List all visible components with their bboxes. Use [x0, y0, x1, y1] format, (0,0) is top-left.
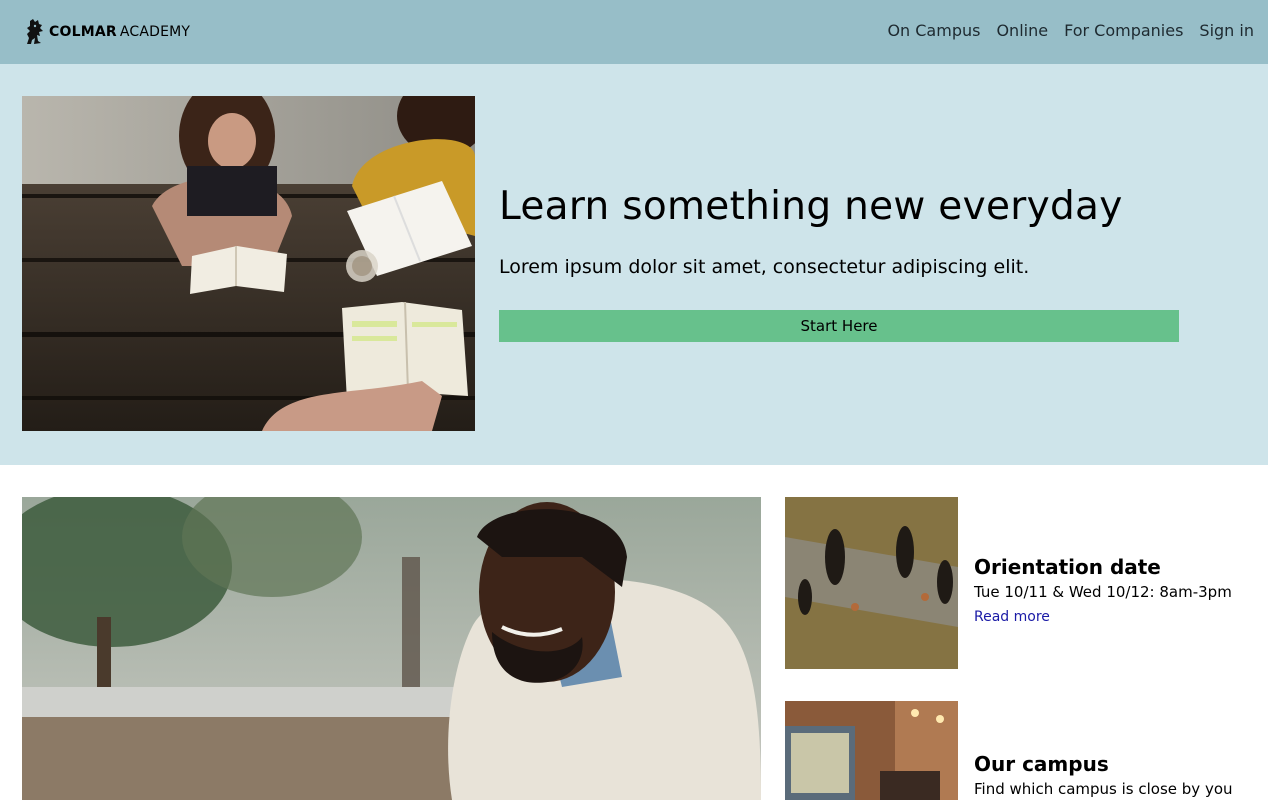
read-more-link[interactable]: Read more	[974, 609, 1050, 625]
brand-name-light: ACADEMY	[119, 24, 191, 40]
hero-title: Learn something new everyday	[499, 184, 1123, 229]
campus-text: Find which campus is close by you	[974, 780, 1233, 798]
main-nav: On Campus Online For Companies Sign in	[887, 21, 1254, 40]
hero-image	[22, 96, 475, 431]
campus-image	[785, 701, 958, 800]
feature-image	[22, 497, 761, 800]
orientation-title: Orientation date	[974, 555, 1161, 579]
hero-subtitle: Lorem ipsum dolor sit amet, consectetur …	[499, 256, 1030, 278]
brand-name-bold: COLMAR	[49, 24, 117, 40]
start-here-button[interactable]: Start Here	[499, 310, 1179, 342]
nav-on-campus[interactable]: On Campus	[887, 21, 980, 40]
nav-for-companies[interactable]: For Companies	[1064, 21, 1183, 40]
hero-section: Learn something new everyday Lorem ipsum…	[0, 64, 1268, 465]
brand-logo[interactable]: COLMAR ACADEMY	[24, 18, 190, 46]
orientation-date-text: Tue 10/11 & Wed 10/12: 8am-3pm	[974, 583, 1232, 601]
nav-sign-in[interactable]: Sign in	[1199, 21, 1254, 40]
campus-title: Our campus	[974, 752, 1109, 776]
top-navbar: COLMAR ACADEMY On Campus Online For Compa…	[0, 0, 1268, 64]
nav-online[interactable]: Online	[996, 21, 1048, 40]
orientation-image	[785, 497, 958, 669]
lion-icon	[27, 19, 43, 44]
